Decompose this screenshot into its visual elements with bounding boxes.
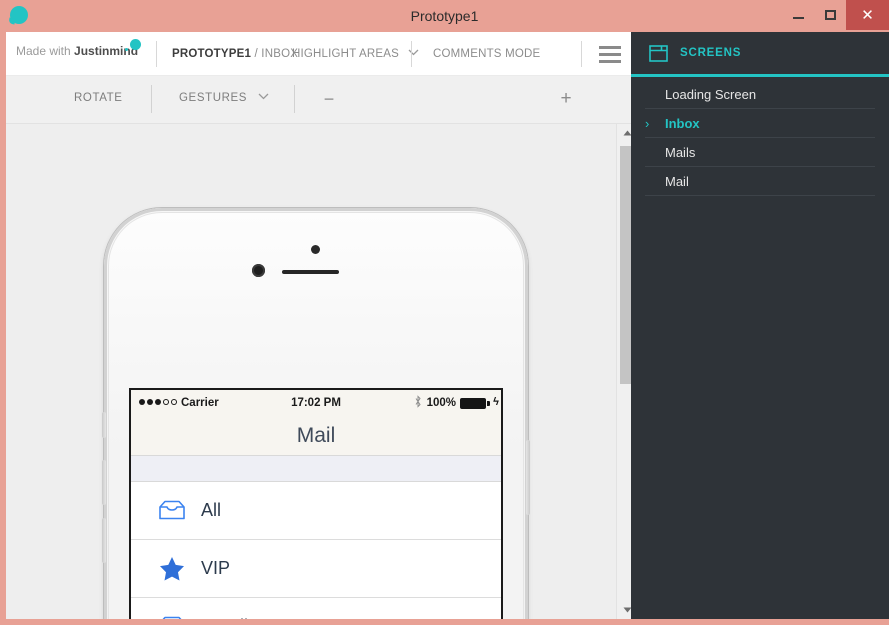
sidebar-item-loading-screen[interactable]: Loading Screen <box>645 80 875 109</box>
highlight-areas-button[interactable]: HIGHLIGHT AREAS <box>292 48 419 60</box>
sidebar-item-label: Inbox <box>665 115 700 131</box>
comments-mode-label: COMMENTS MODE <box>433 48 541 60</box>
screens-list: Loading Screen › Inbox Mails Mail <box>631 80 889 196</box>
list-item-label: Gmail <box>201 616 248 619</box>
phone-camera-icon <box>311 245 320 254</box>
brand-prefix: Made with <box>16 44 75 58</box>
rotate-button[interactable]: ROTATE <box>74 92 123 104</box>
screens-panel-header[interactable]: SCREENS <box>631 32 889 77</box>
gestures-button[interactable]: GESTURES <box>179 92 269 104</box>
battery-cap-icon <box>487 401 490 406</box>
subtoolbar-divider <box>151 85 152 113</box>
status-bar: Carrier 17:02 PM 100% ϟ <box>131 390 501 416</box>
brand-name: Justinmind <box>74 44 139 58</box>
phone-volume-up-button <box>102 460 106 505</box>
brand-dot-icon <box>130 39 141 50</box>
chevron-down-icon <box>258 93 269 100</box>
phone-sensor-icon <box>252 264 265 277</box>
sidebar-item-mails[interactable]: Mails <box>645 138 875 167</box>
close-button[interactable]: ✕ <box>846 0 889 30</box>
phone-volume-down-button <box>102 518 106 563</box>
battery-icon <box>460 398 486 409</box>
battery-percent: 100% <box>426 397 456 409</box>
phone-screen[interactable]: Carrier 17:02 PM 100% ϟ Mail All VIP <box>129 388 503 619</box>
zoom-out-button[interactable]: − <box>322 90 336 108</box>
bluetooth-icon <box>414 395 422 411</box>
menu-line <box>599 60 621 63</box>
subtoolbar-divider <box>294 85 295 113</box>
sidebar-item-label: Mails <box>665 144 696 160</box>
list-item[interactable]: VIP <box>131 540 501 598</box>
zoom-in-button[interactable]: + <box>558 89 574 109</box>
maximize-icon <box>824 10 836 20</box>
nav-title: Mail <box>296 423 336 447</box>
highlight-areas-label: HIGHLIGHT AREAS <box>292 48 399 60</box>
window-frame-bottom <box>0 619 889 625</box>
content-area: Made with Justinmind PROTOTYPE1 / INBOX … <box>6 32 889 619</box>
list-item[interactable]: Gmail <box>131 598 501 619</box>
list-item-label: All <box>201 500 222 520</box>
prototype-canvas[interactable]: Carrier 17:02 PM 100% ϟ Mail All VIP <box>6 124 616 619</box>
close-icon: ✕ <box>861 6 874 24</box>
nav-bar: Mail <box>131 416 501 456</box>
top-toolbar: Made with Justinmind PROTOTYPE1 / INBOX … <box>6 32 631 94</box>
iphone-mockup: Carrier 17:02 PM 100% ϟ Mail All VIP <box>102 208 530 619</box>
sidebar-item-mail[interactable]: Mail <box>645 167 875 196</box>
chevron-right-icon[interactable]: › <box>645 117 659 130</box>
list-top-spacer <box>131 456 501 482</box>
minimize-icon <box>792 17 804 19</box>
screens-panel-icon <box>649 44 668 62</box>
menu-line <box>599 46 621 49</box>
phone-power-button <box>526 440 530 515</box>
application-window: Prototype1 ✕ Made with Justinmind PROTOT… <box>0 0 889 625</box>
window-title: Prototype1 <box>410 8 479 24</box>
sidebar-item-inbox[interactable]: › Inbox <box>645 109 875 138</box>
gestures-label: GESTURES <box>179 92 248 104</box>
toolbar-divider <box>411 41 412 67</box>
device-toolbar: ROTATE GESTURES − + <box>6 76 631 124</box>
bluetooth-glyph <box>415 395 421 408</box>
inbox-tray-icon <box>157 499 187 523</box>
maximize-button[interactable] <box>814 0 846 30</box>
toolbar-divider <box>156 41 157 67</box>
list-item[interactable]: All <box>131 482 501 540</box>
phone-speaker-icon <box>282 270 339 274</box>
sidebar-item-label: Mail <box>665 173 689 189</box>
mail-list: All VIP <box>131 482 501 619</box>
hamburger-menu-icon[interactable] <box>599 46 621 63</box>
screens-sidebar: SCREENS Loading Screen › Inbox Mails Mai… <box>631 32 889 619</box>
charging-bolt-icon: ϟ <box>493 396 499 408</box>
menu-line <box>599 53 621 56</box>
brand-dot-small-icon <box>125 48 128 51</box>
brand-label: Made with Justinmind <box>16 44 138 58</box>
minimize-button[interactable] <box>782 0 814 30</box>
breadcrumb-prototype: PROTOTYPE1 <box>172 48 252 60</box>
star-icon <box>157 557 187 581</box>
screens-panel-label: SCREENS <box>680 47 742 59</box>
phone-silent-switch <box>102 412 106 438</box>
list-item-label: VIP <box>201 558 231 578</box>
title-bar: Prototype1 ✕ <box>0 0 889 32</box>
inbox-tray-icon <box>157 615 187 619</box>
toolbar-divider <box>581 41 582 67</box>
breadcrumb[interactable]: PROTOTYPE1 / INBOX <box>172 48 298 60</box>
sidebar-item-label: Loading Screen <box>665 86 757 102</box>
